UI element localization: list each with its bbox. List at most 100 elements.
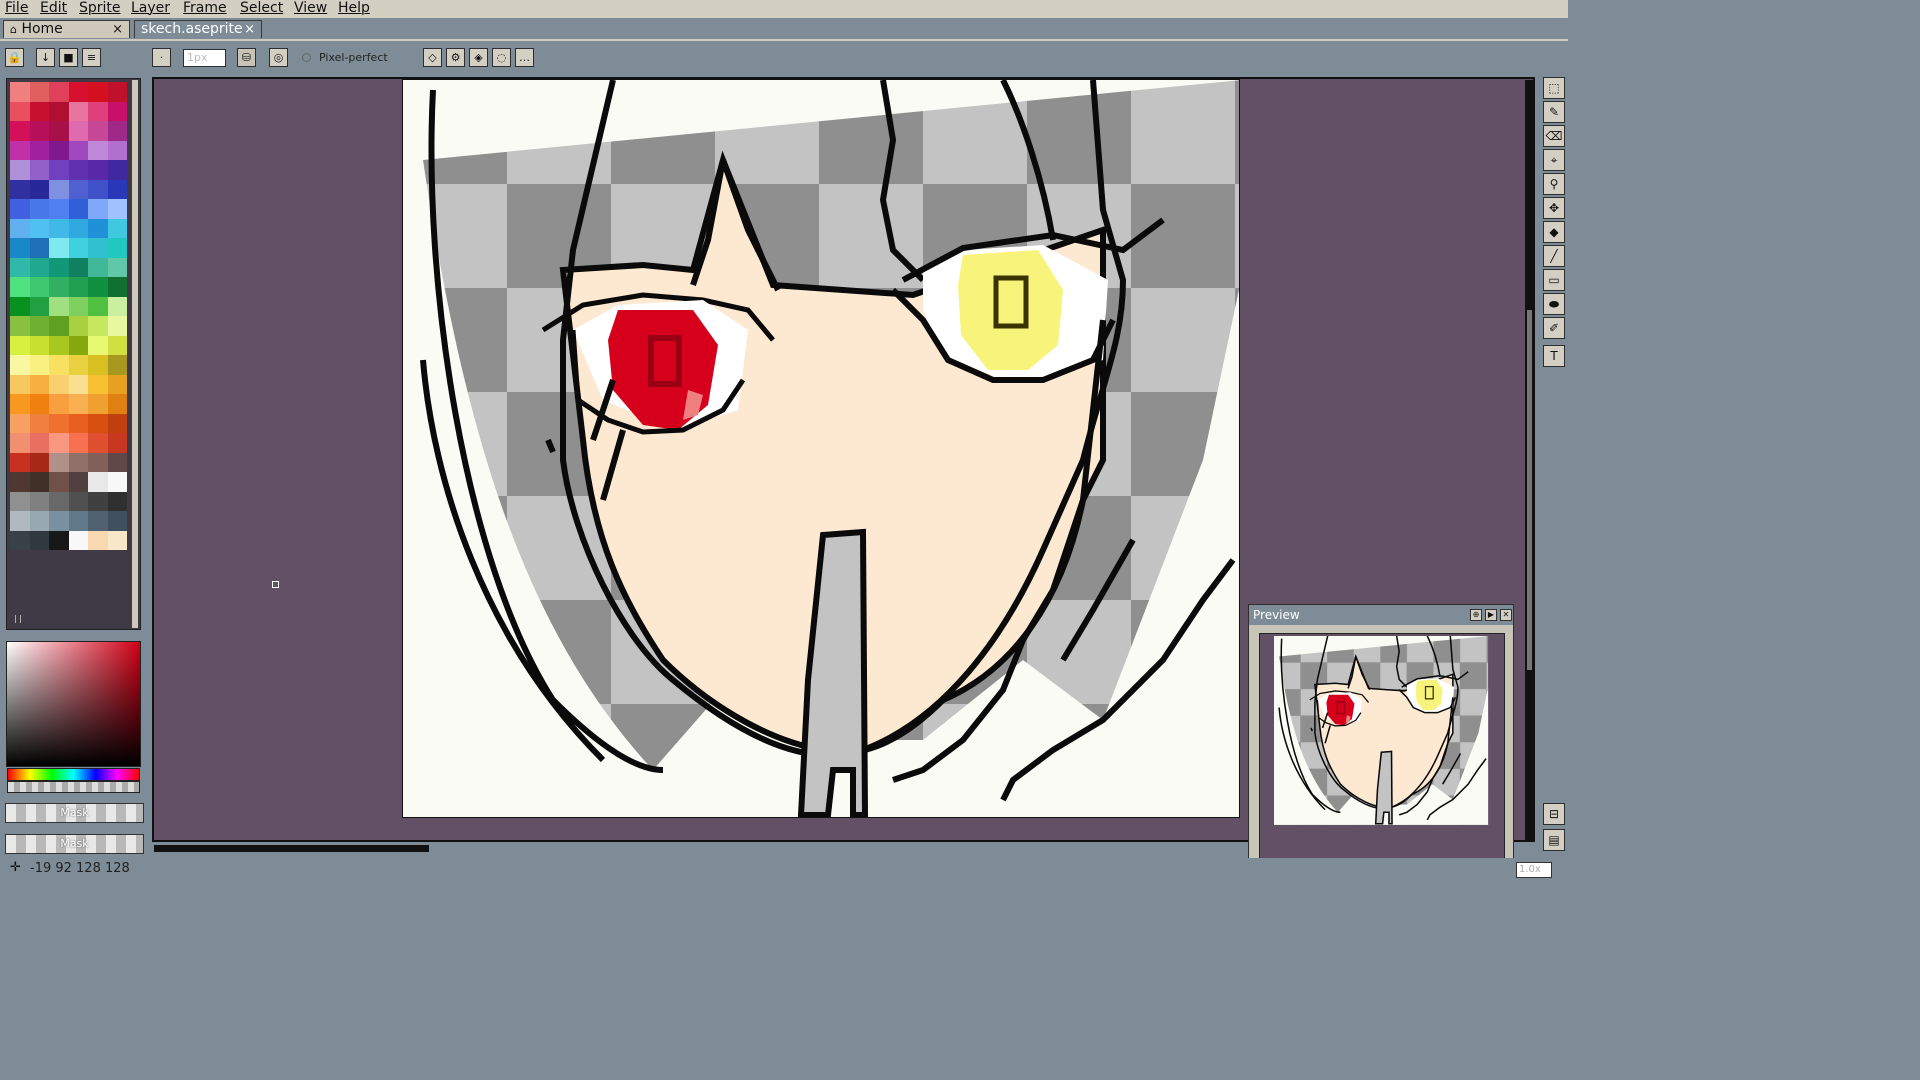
palette-swatch[interactable] (49, 121, 69, 141)
palette-swatch[interactable] (29, 413, 49, 433)
palette-swatch[interactable] (29, 472, 49, 492)
menu-edit[interactable]: Edit (40, 0, 67, 18)
preview-titlebar[interactable]: Preview ⊕ ▶ ✕ (1249, 605, 1513, 625)
palette-swatch[interactable] (49, 179, 69, 199)
menu-lines-icon[interactable]: ≡ (82, 48, 101, 67)
palette-swatch[interactable] (88, 433, 108, 453)
palette-swatch[interactable] (107, 530, 127, 550)
palette-swatch[interactable] (49, 335, 69, 355)
shade-icon[interactable]: ◈ (469, 48, 488, 67)
palette-swatch[interactable] (10, 452, 30, 472)
palette-swatch[interactable] (107, 160, 127, 180)
sprite-canvas[interactable] (402, 79, 1240, 818)
palette-swatch[interactable] (68, 179, 88, 199)
opacity-icon[interactable]: ◎ (269, 48, 288, 67)
palette-resize-handle-icon[interactable] (15, 615, 21, 623)
palette-swatch[interactable] (10, 394, 30, 414)
palette-swatch[interactable] (29, 199, 49, 219)
palette-swatch[interactable] (68, 355, 88, 375)
down-arrow-icon[interactable]: ↓ (36, 48, 55, 67)
palette-swatch[interactable] (107, 101, 127, 121)
palette-swatch[interactable] (107, 355, 127, 375)
palette-swatch[interactable] (49, 296, 69, 316)
marquee-icon[interactable]: ⬚ (1543, 77, 1565, 99)
palette-swatch[interactable] (107, 140, 127, 160)
palette-swatch[interactable] (29, 179, 49, 199)
palette-swatch[interactable] (29, 296, 49, 316)
palette-swatch[interactable] (10, 277, 30, 297)
palette-swatch[interactable] (107, 335, 127, 355)
palette-swatch[interactable] (107, 179, 127, 199)
palette-swatch[interactable] (88, 218, 108, 238)
palette-swatch[interactable] (29, 238, 49, 258)
palette-swatch[interactable] (49, 140, 69, 160)
palette-swatch[interactable] (88, 82, 108, 102)
palette-swatch[interactable] (29, 140, 49, 160)
color-spectrum[interactable] (6, 641, 141, 767)
palette-swatch[interactable] (10, 335, 30, 355)
menu-frame[interactable]: Frame (183, 0, 227, 18)
palette-swatch[interactable] (107, 218, 127, 238)
palette-swatch[interactable] (10, 257, 30, 277)
brush-type-icon[interactable]: · (152, 48, 171, 67)
lock-icon[interactable]: 🔒 (5, 48, 24, 67)
palette-swatch[interactable] (68, 413, 88, 433)
palette-swatch[interactable] (88, 277, 108, 297)
palette-swatch[interactable] (29, 121, 49, 141)
palette-swatch[interactable] (10, 530, 30, 550)
palette-swatch[interactable] (10, 82, 30, 102)
palette-swatch[interactable] (29, 452, 49, 472)
palette-swatch[interactable] (29, 433, 49, 453)
timeline-icon[interactable]: ⊟ (1543, 803, 1565, 825)
palette-swatch[interactable] (107, 491, 127, 511)
palette-swatch[interactable] (88, 296, 108, 316)
symmetry-icon[interactable]: ◇ (423, 48, 442, 67)
palette-swatch[interactable] (49, 82, 69, 102)
palette-swatch[interactable] (29, 316, 49, 336)
palette-swatch[interactable] (68, 335, 88, 355)
fill-icon[interactable]: ◆ (1543, 221, 1565, 243)
palette-swatch[interactable] (68, 374, 88, 394)
palette-swatch[interactable] (88, 121, 108, 141)
menu-file[interactable]: File (5, 0, 28, 18)
palette-swatch[interactable] (107, 238, 127, 258)
preview-center-icon[interactable]: ⊕ (1470, 609, 1482, 621)
palette-swatch[interactable] (10, 238, 30, 258)
palette-swatch[interactable] (68, 472, 88, 492)
palette-swatch[interactable] (88, 257, 108, 277)
palette-swatch[interactable] (29, 394, 49, 414)
palette-swatch[interactable] (68, 218, 88, 238)
horizontal-scroll-thumb[interactable] (154, 845, 429, 852)
palette-scrollbar[interactable] (132, 80, 138, 628)
palette-swatch[interactable] (10, 296, 30, 316)
palette-swatch[interactable] (29, 491, 49, 511)
palette-swatch[interactable] (68, 296, 88, 316)
tab-home[interactable]: ⌂ Home × (3, 20, 130, 38)
foreground-color-button[interactable]: Mask (5, 803, 144, 823)
zoom-field[interactable]: 1.0x (1516, 862, 1552, 878)
line-icon[interactable]: ╱ (1543, 245, 1565, 267)
preview-close-icon[interactable]: ✕ (1500, 609, 1512, 621)
palette-swatch[interactable] (88, 530, 108, 550)
palette-swatch[interactable] (107, 394, 127, 414)
palette-swatch[interactable] (88, 335, 108, 355)
palette-swatch[interactable] (49, 277, 69, 297)
menu-select[interactable]: Select (240, 0, 283, 18)
background-color-button[interactable]: Mask (5, 834, 144, 854)
palette-swatch[interactable] (10, 472, 30, 492)
palette-swatch[interactable] (29, 257, 49, 277)
gear-icon[interactable]: ⚙ (446, 48, 465, 67)
palette-swatch[interactable] (107, 121, 127, 141)
menu-layer[interactable]: Layer (131, 0, 170, 18)
palette-swatch[interactable] (107, 433, 127, 453)
ink-icon[interactable]: ⛁ (237, 48, 256, 67)
palette-swatch[interactable] (49, 530, 69, 550)
palette-swatch[interactable] (107, 511, 127, 531)
square-icon[interactable]: ■ (59, 48, 78, 67)
palette-swatch[interactable] (49, 394, 69, 414)
palette-swatch[interactable] (88, 394, 108, 414)
palette-swatch[interactable] (68, 530, 88, 550)
palette-swatch[interactable] (49, 160, 69, 180)
palette-swatch[interactable] (29, 511, 49, 531)
palette-swatch[interactable] (49, 218, 69, 238)
